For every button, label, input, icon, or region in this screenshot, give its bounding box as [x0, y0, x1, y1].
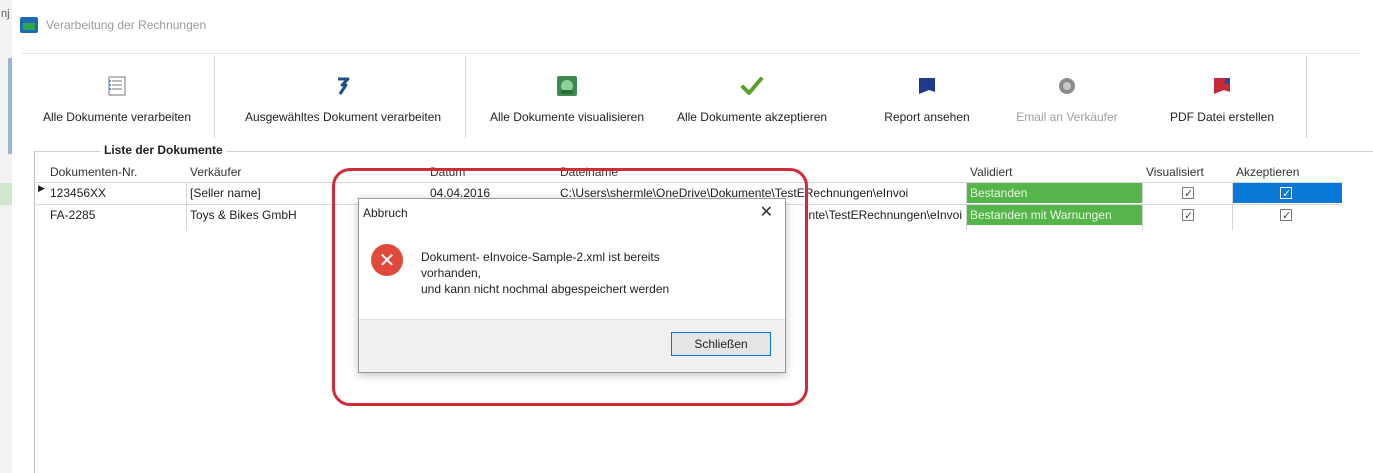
error-dialog: Abbruch ✕ ✕ Dokument- eInvoice-Sample-2.… [358, 198, 786, 373]
section-divider [34, 151, 1373, 152]
column-header-nr[interactable]: Dokumenten-Nr. [46, 162, 186, 182]
error-icon: ✕ [371, 244, 403, 276]
process-arrow-icon [331, 74, 355, 98]
column-header-validated[interactable]: Validiert [966, 162, 1142, 182]
dialog-message: Dokument- eInvoice-Sample-2.xml ist bere… [421, 249, 761, 297]
dialog-message-line: Dokument- eInvoice-Sample-2.xml ist bere… [421, 250, 660, 264]
process-selected-button[interactable]: Ausgewähltes Dokument verarbeiten [222, 54, 464, 144]
left-strip-selection [0, 183, 12, 205]
report-icon [915, 74, 939, 98]
process-all-label: Alle Dokumente verarbeiten [42, 110, 192, 124]
accept-checkbox[interactable] [1280, 206, 1292, 225]
view-report-button[interactable]: Report ansehen [862, 54, 992, 144]
title-bar: Verarbeitung der Rechnungen [20, 14, 206, 36]
grid-column-line [186, 182, 187, 230]
accept-checkbox[interactable] [1280, 184, 1292, 203]
app-icon [20, 17, 38, 33]
cell-accept [1232, 205, 1342, 225]
grid-column-line [966, 182, 967, 230]
cell-validated: Bestanden [966, 183, 1142, 203]
column-header-accept[interactable]: Akzeptieren [1232, 162, 1342, 182]
visualized-checkbox[interactable] [1182, 184, 1194, 203]
visualize-all-button[interactable]: Alle Dokumente visualisieren [472, 54, 662, 144]
create-pdf-button[interactable]: PDF Datei erstellen [1152, 54, 1292, 144]
email-icon [1055, 74, 1079, 98]
current-row-indicator-icon: ▶ [38, 183, 45, 193]
ribbon-separator [1306, 56, 1307, 138]
cell-nr: FA-2285 [50, 208, 96, 222]
window-title: Verarbeitung der Rechnungen [46, 18, 207, 32]
dialog-footer: Schließen [359, 319, 785, 372]
document-list-icon [105, 74, 129, 98]
visualized-checkbox[interactable] [1182, 206, 1194, 225]
cell-validated: Bestanden mit Warnungen [966, 205, 1142, 225]
cell-visualized [1142, 205, 1232, 225]
cell-accept [1232, 183, 1342, 203]
cell-nr: 123456XX [50, 186, 107, 200]
grid-header: Dokumenten-Nr. Verkäufer Datum Dateiname… [34, 162, 1342, 182]
left-strip-text: nj [1, 8, 10, 20]
close-button[interactable]: Schließen [671, 332, 771, 356]
ribbon-separator [465, 56, 466, 138]
ribbon-toolbar: Alle Dokumente verarbeiten Ausgewähltes … [22, 53, 1361, 144]
dialog-message-line: vorhanden, [421, 266, 482, 280]
create-pdf-label: PDF Datei erstellen [1169, 110, 1275, 124]
visualize-all-label: Alle Dokumente visualisieren [489, 110, 645, 124]
accept-all-label: Alle Dokumente akzeptieren [676, 110, 828, 124]
grid-column-line [1232, 182, 1233, 230]
email-seller-button[interactable]: Email an Verkäufer [1002, 54, 1132, 144]
column-header-date[interactable]: Datum [426, 162, 556, 182]
cell-visualized [1142, 183, 1232, 203]
column-header-seller[interactable]: Verkäufer [186, 162, 426, 182]
dialog-title: Abbruch [363, 206, 408, 220]
accept-all-button[interactable]: Alle Dokumente akzeptieren [662, 54, 842, 144]
checkmark-icon [740, 74, 764, 98]
grid-column-line [1142, 182, 1143, 230]
left-window-strip: nj [0, 0, 12, 473]
column-header-visualized[interactable]: Visualisiert [1142, 162, 1232, 182]
pdf-icon [1210, 74, 1234, 98]
email-seller-label: Email an Verkäufer [1016, 110, 1118, 124]
process-all-button[interactable]: Alle Dokumente verarbeiten [22, 54, 212, 144]
document-list-heading: Liste der Dokumente [100, 143, 227, 157]
visualize-icon [555, 74, 579, 98]
dialog-close-icon[interactable]: ✕ [760, 202, 773, 222]
view-report-label: Report ansehen [884, 110, 970, 124]
dialog-message-line: und kann nicht nochmal abgespeichert wer… [421, 282, 670, 296]
ribbon-separator [214, 56, 215, 138]
column-header-filename[interactable]: Dateiname [556, 162, 966, 182]
process-selected-label: Ausgewähltes Dokument verarbeiten [244, 110, 442, 124]
